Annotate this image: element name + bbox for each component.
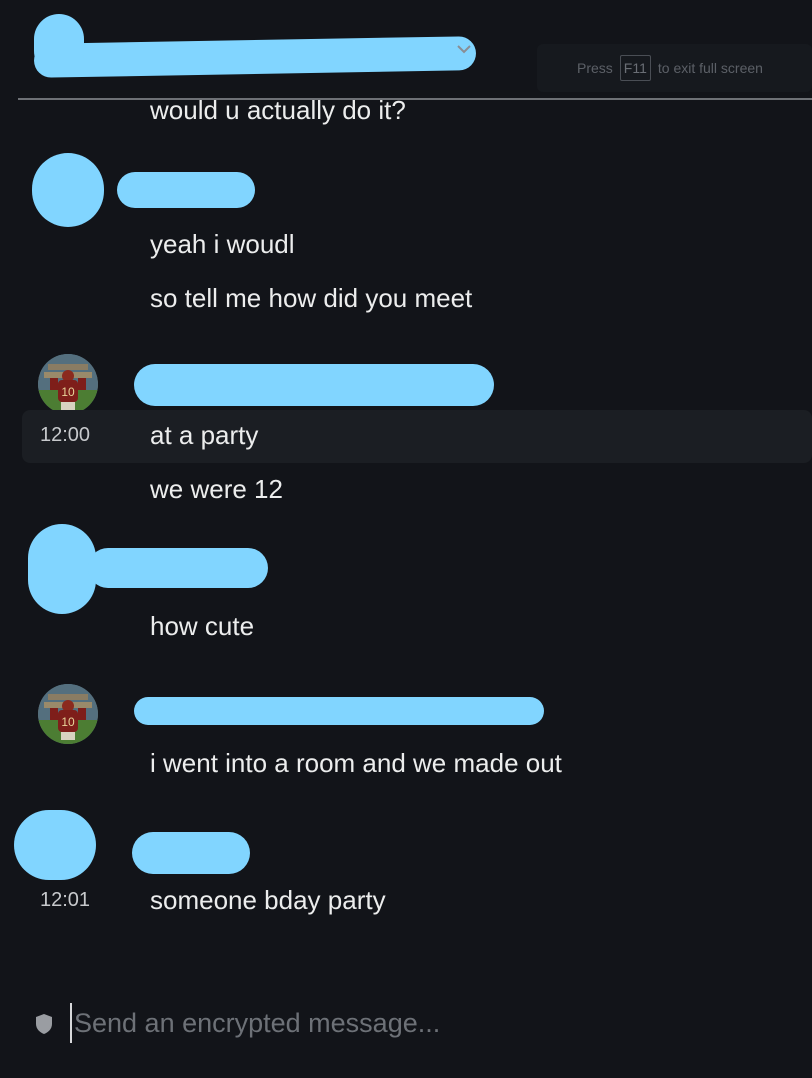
message-text: how cute	[150, 611, 255, 641]
message-timestamp: 12:00	[40, 424, 91, 446]
message-text: yeah i woudl	[150, 229, 295, 259]
chat-header: Press F11 to exit full screen	[0, 0, 812, 99]
redacted-sender-name	[117, 172, 255, 208]
redacted-avatar	[32, 153, 104, 227]
fullscreen-notice: Press F11 to exit full screen	[537, 44, 812, 92]
header-divider	[18, 98, 812, 100]
redacted-sender-name	[132, 832, 250, 874]
chevron-down-icon[interactable]	[456, 44, 472, 56]
chat-window: Press F11 to exit full screen would u ac…	[0, 0, 812, 1078]
message-text: so tell me how did you meet	[150, 283, 473, 313]
avatar[interactable]: 10	[38, 354, 98, 414]
message-text: someone bday party	[150, 885, 386, 915]
message-text: i went into a room and we made out	[150, 748, 562, 778]
message-text: at a party	[150, 420, 259, 450]
redacted-avatar	[28, 524, 96, 614]
avatar[interactable]: 10	[38, 684, 98, 744]
redacted-room-avatar	[34, 14, 84, 76]
redacted-sender-name	[88, 548, 268, 588]
svg-text:10: 10	[61, 715, 75, 729]
f11-key: F11	[619, 55, 651, 81]
fullscreen-rest-text: to exit full screen	[657, 60, 763, 76]
redacted-room-name	[33, 36, 477, 78]
redacted-avatar	[14, 810, 96, 880]
message-input[interactable]	[70, 1003, 670, 1043]
shield-icon	[36, 1014, 52, 1034]
svg-text:10: 10	[61, 385, 75, 399]
message-row-hovered[interactable]	[22, 410, 812, 463]
redacted-sender-name	[134, 697, 544, 725]
message-timestamp: 12:01	[40, 889, 91, 911]
redacted-sender-name	[134, 364, 494, 406]
fullscreen-press-text: Press	[577, 60, 613, 76]
message-text: we were 12	[150, 474, 283, 504]
